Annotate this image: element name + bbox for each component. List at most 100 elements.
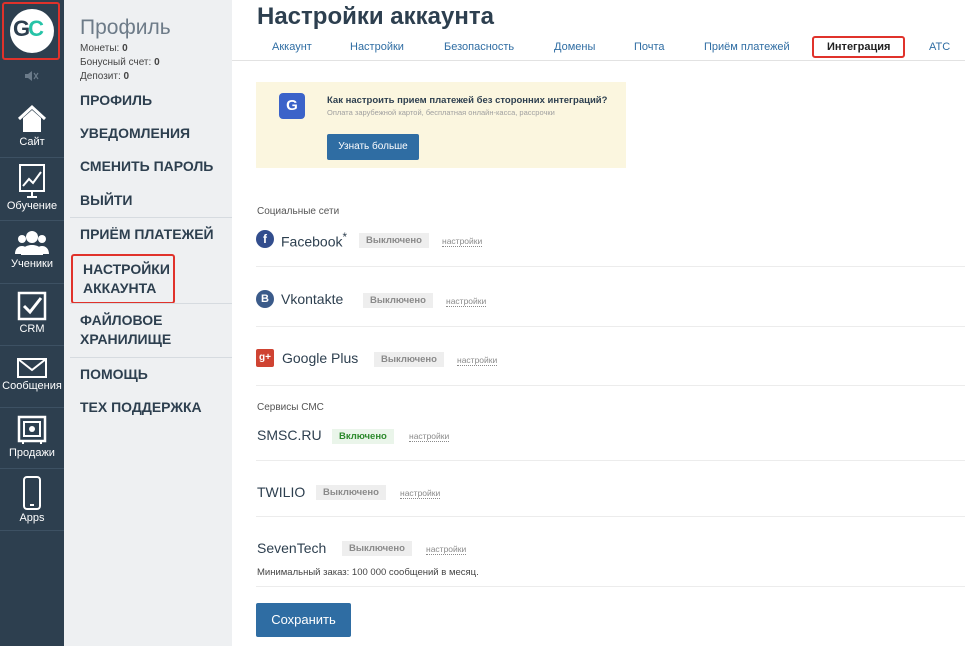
nav-learning[interactable]: Обучение [0, 164, 64, 212]
row-divider [256, 460, 965, 461]
menu-item-account-settings[interactable]: НАСТРОЙКИ АККАУНТА [71, 254, 175, 304]
integration-google-plus: g+ Google Plus Выключено настройки [256, 349, 965, 369]
status-badge: Выключено [316, 485, 386, 500]
nav-divider [0, 157, 64, 158]
coins-value: 0 [122, 43, 128, 54]
settings-link[interactable]: настройки [426, 544, 467, 555]
bonus-value: 0 [154, 57, 160, 68]
settings-link[interactable]: настройки [400, 488, 441, 499]
nav-divider [0, 283, 64, 284]
integration-smsc: SMSC.RU Включено настройки [256, 427, 965, 447]
main-content: Настройки аккаунта Аккаунт Настройки Без… [232, 0, 965, 646]
promo-banner: G Как настроить прием платежей без сторо… [256, 82, 626, 168]
nav-site[interactable]: Сайт [0, 104, 64, 148]
checkbox-icon [17, 291, 47, 321]
settings-link[interactable]: настройки [457, 355, 498, 366]
nav-apps-label: Apps [19, 512, 45, 524]
row-divider [256, 516, 965, 517]
app-icon-bar: GC Сайт Обучение Ученики CRM Сообщения П… [0, 0, 64, 646]
menu-item-profile[interactable]: ПРОФИЛЬ [80, 91, 152, 110]
menu-item-notifications[interactable]: УВЕДОМЛЕНИЯ [80, 124, 190, 143]
menu-divider [70, 303, 232, 304]
row-divider [256, 586, 965, 587]
coins-stat: Монеты: 0 [80, 43, 128, 54]
menu-item-help[interactable]: ПОМОЩЬ [80, 365, 148, 384]
chart-icon [19, 164, 45, 198]
banner-heading: Как настроить прием платежей без сторонн… [327, 95, 608, 106]
deposit-value: 0 [123, 71, 130, 82]
tab-mail[interactable]: Почта [634, 41, 665, 53]
status-badge: Выключено [359, 233, 429, 248]
menu-divider [70, 357, 232, 358]
nav-divider [0, 407, 64, 408]
integration-name: Vkontakte [281, 291, 344, 307]
deposit-label: Депозит: [80, 71, 121, 82]
phone-icon [23, 476, 41, 510]
speaker-icon[interactable] [24, 70, 40, 85]
min-order-note: Минимальный заказ: 100 000 сообщений в м… [257, 567, 479, 578]
settings-link[interactable]: настройки [446, 296, 487, 307]
coins-label: Монеты: [80, 43, 120, 54]
status-badge: Выключено [374, 352, 444, 367]
facebook-name: Facebook [281, 233, 343, 250]
tab-payments[interactable]: Приём платежей [704, 41, 790, 53]
tab-security[interactable]: Безопасность [444, 41, 514, 53]
house-icon [17, 104, 47, 132]
safe-icon [17, 415, 47, 444]
nav-crm-label: CRM [19, 323, 45, 335]
nav-sales-label: Продажи [9, 447, 55, 459]
integration-vkontakte: B Vkontakte Выключено настройки [256, 290, 965, 310]
getcourse-logo[interactable]: GC [2, 2, 60, 60]
integration-facebook: f Facebook* Выключено настройки [256, 230, 965, 250]
integration-seventech: SevenTech Выключено настройки [256, 540, 965, 560]
deposit-stat: Депозит: 0 [80, 71, 129, 82]
settings-link[interactable]: настройки [409, 431, 450, 442]
tab-pbx[interactable]: АТС [929, 41, 950, 53]
vk-icon: B [256, 290, 274, 308]
sms-section-title: Сервисы СМС [257, 402, 324, 413]
tab-settings[interactable]: Настройки [350, 41, 404, 53]
profile-title: Профиль [80, 16, 171, 39]
getcourse-pay-icon: G [279, 93, 305, 119]
tab-domains[interactable]: Домены [554, 41, 595, 53]
tab-integration[interactable]: Интеграция [812, 36, 906, 58]
menu-item-payments[interactable]: ПРИЁМ ПЛАТЕЖЕЙ [80, 225, 214, 244]
integration-name: SevenTech [257, 540, 327, 556]
tab-account[interactable]: Аккаунт [272, 41, 312, 53]
bonus-label: Бонусный счет: [80, 57, 152, 68]
nav-messages-label: Сообщения [2, 380, 62, 392]
menu-divider [70, 217, 232, 218]
menu-item-logout[interactable]: ВЫЙТИ [80, 191, 133, 210]
facebook-asterisk: * [342, 231, 348, 244]
nav-site-label: Сайт [19, 136, 45, 148]
nav-divider [0, 530, 64, 531]
status-badge-enabled: Включено [332, 429, 394, 444]
nav-divider [0, 468, 64, 469]
integration-name: Google Plus [282, 350, 359, 366]
nav-crm[interactable]: CRM [0, 291, 64, 335]
social-section-title: Социальные сети [257, 206, 340, 217]
menu-item-file-storage[interactable]: ФАЙЛОВОЕ ХРАНИЛИЩЕ [80, 311, 190, 349]
save-button[interactable]: Сохранить [256, 603, 351, 637]
settings-tabs: Аккаунт Настройки Безопасность Домены По… [232, 36, 965, 61]
row-divider [256, 326, 965, 327]
integration-name: SMSC.RU [257, 427, 322, 443]
integration-name: Facebook* [281, 231, 347, 250]
nav-messages[interactable]: Сообщения [0, 358, 64, 392]
settings-link[interactable]: настройки [442, 236, 483, 247]
nav-apps[interactable]: Apps [0, 476, 64, 524]
menu-item-tech-support[interactable]: ТЕХ ПОДДЕРЖКА [80, 398, 202, 417]
row-divider [256, 385, 965, 386]
status-badge: Выключено [342, 541, 412, 556]
nav-students-label: Ученики [10, 258, 53, 270]
nav-students[interactable]: Ученики [0, 230, 64, 270]
envelope-icon [17, 358, 47, 378]
facebook-icon: f [256, 230, 274, 248]
google-plus-icon: g+ [256, 349, 274, 367]
nav-sales[interactable]: Продажи [0, 415, 64, 459]
page-title: Настройки аккаунта [257, 3, 494, 30]
menu-item-change-password[interactable]: СМЕНИТЬ ПАРОЛЬ [80, 157, 213, 176]
nav-divider [0, 220, 64, 221]
status-badge: Выключено [363, 293, 433, 308]
learn-more-button[interactable]: Узнать больше [327, 134, 419, 160]
